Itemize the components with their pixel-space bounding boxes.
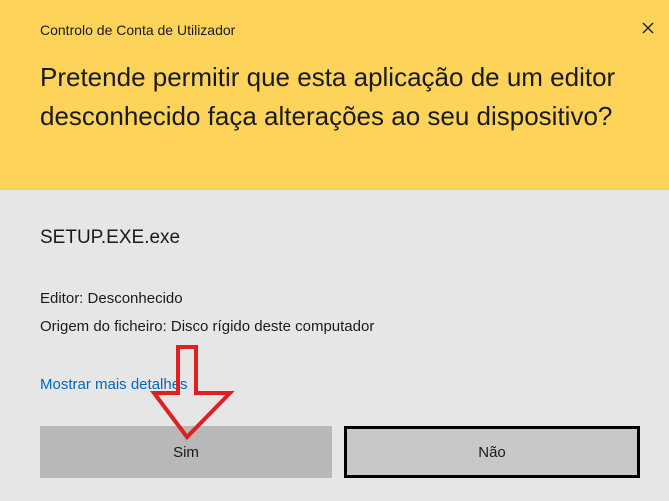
dialog-header: Controlo de Conta de Utilizador Pretende… — [0, 0, 669, 190]
file-origin-info: Origem do ficheiro: Disco rígido deste c… — [40, 318, 375, 335]
dialog-question: Pretende permitir que esta aplicação de … — [40, 62, 616, 131]
dialog-title: Controlo de Conta de Utilizador — [40, 22, 236, 38]
app-name: SETUP.EXE.exe — [40, 227, 181, 248]
publisher-info: Editor: Desconhecido — [40, 290, 183, 307]
yes-button[interactable]: Sim — [40, 426, 332, 478]
no-button[interactable]: Não — [344, 426, 640, 478]
show-more-details-link[interactable]: Mostrar mais detalhes — [40, 376, 188, 393]
close-button[interactable] — [634, 14, 662, 42]
uac-dialog: Controlo de Conta de Utilizador Pretende… — [0, 0, 669, 501]
close-icon — [642, 22, 654, 34]
